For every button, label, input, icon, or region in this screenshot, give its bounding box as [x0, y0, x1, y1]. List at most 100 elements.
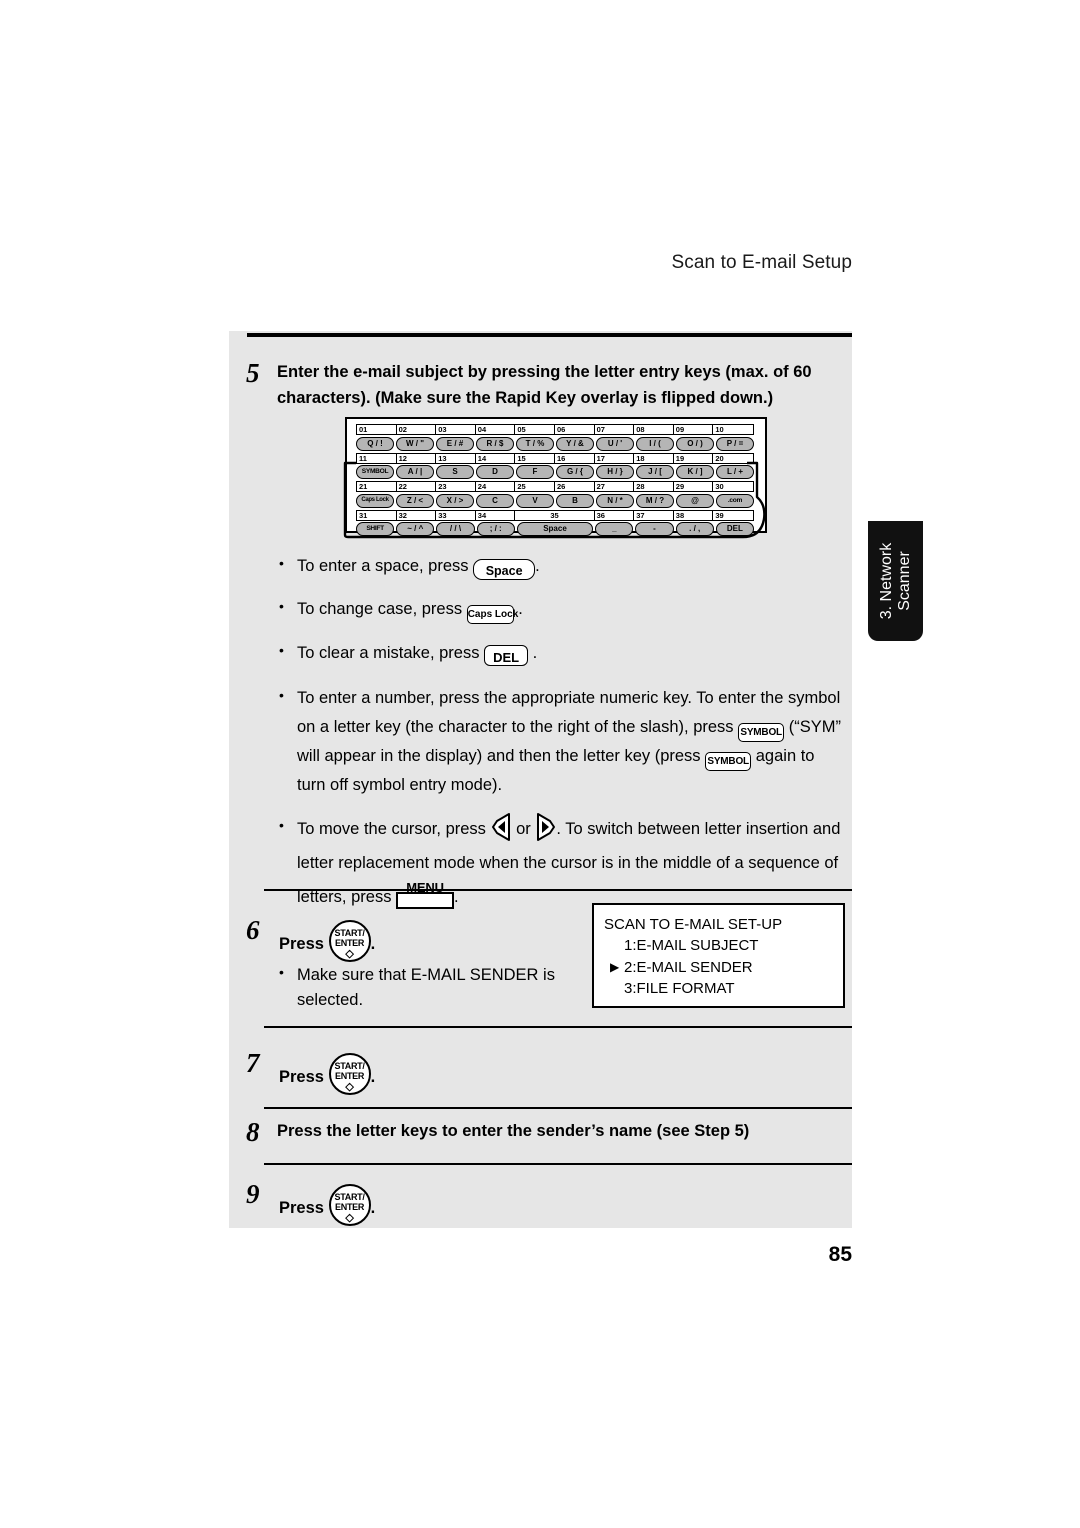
start-enter-diamond-icon: ◇ — [345, 948, 354, 960]
key-index: 27 — [595, 482, 635, 491]
bullet-change-case: To change case, press Caps Lock . — [277, 594, 843, 625]
overlay-key[interactable]: ~ / ^ — [396, 522, 435, 536]
overlay-key[interactable]: J / [ — [636, 465, 674, 479]
overlay-key[interactable]: X / > — [436, 493, 474, 508]
overlay-key[interactable]: F — [516, 465, 554, 479]
symbol-key-glyph[interactable]: SYMBOL — [705, 751, 752, 771]
start-enter-key-glyph[interactable]: START/ ENTER ◇ — [328, 920, 371, 962]
overlay-key[interactable]: Q / ! — [356, 436, 394, 451]
key-index: 37 — [634, 510, 674, 520]
step-9-press-label: Press — [279, 1199, 324, 1217]
overlay-key[interactable]: E / # — [436, 436, 474, 451]
key-index: 36 — [595, 510, 635, 520]
overlay-key-at[interactable]: @ — [676, 493, 714, 508]
overlay-key[interactable]: T / % — [516, 436, 554, 451]
key-index: 16 — [555, 453, 595, 463]
bullet-clear-mistake: To clear a mistake, press DEL . — [277, 638, 843, 667]
keyboard-number-strip-2: 11 12 13 14 15 16 17 18 19 20 — [356, 452, 754, 464]
start-enter-line2: ENTER — [335, 1202, 365, 1212]
overlay-key-shift[interactable]: SHIFT — [356, 522, 395, 536]
menu-key-box — [396, 891, 455, 909]
overlay-key[interactable]: U / ' — [596, 436, 634, 451]
overlay-key-dotcom[interactable]: .com — [716, 493, 754, 508]
overlay-key[interactable]: ; / : — [476, 522, 515, 536]
bullet-move-cursor: To move the cursor, press or . To switch… — [277, 811, 843, 914]
overlay-key[interactable]: B — [556, 493, 594, 508]
key-index: 15 — [515, 453, 555, 463]
key-index: 04 — [476, 425, 516, 434]
bullet-del-text-before: To clear a mistake, press — [297, 644, 480, 663]
overlay-key-del[interactable]: DEL — [715, 522, 754, 536]
start-enter-diamond-icon: ◇ — [345, 1212, 354, 1224]
step-8-text: Press the letter keys to enter the sende… — [277, 1122, 750, 1140]
overlay-key[interactable]: / / \ — [436, 522, 475, 536]
overlay-key[interactable]: L / + — [716, 465, 754, 479]
key-index: 17 — [595, 453, 635, 463]
step-7-press-label: Press — [279, 1068, 324, 1086]
key-index: 28 — [634, 482, 674, 491]
overlay-key[interactable]: Y / & — [556, 436, 594, 451]
step-6-bullet-text: Make sure that E-MAIL SENDER is selected… — [297, 966, 555, 1009]
overlay-key[interactable]: Z / < — [396, 493, 434, 508]
key-index: 31 — [357, 510, 397, 520]
key-index: 24 — [476, 482, 516, 491]
key-index: 08 — [634, 425, 674, 434]
symbol-key-glyph[interactable]: SYMBOL — [738, 722, 785, 742]
overlay-key[interactable]: P / = — [716, 436, 754, 451]
overlay-key[interactable]: I / ( — [636, 436, 674, 451]
key-index: 23 — [436, 482, 476, 491]
overlay-key-caps-lock[interactable]: Caps Lock — [356, 493, 394, 508]
overlay-key[interactable]: M / ? — [636, 493, 674, 508]
lcd-menu-item[interactable]: 1:E-MAIL SUBJECT — [604, 935, 843, 956]
overlay-key[interactable]: D — [476, 465, 514, 479]
overlay-key[interactable]: O / ) — [676, 436, 714, 451]
overlay-key[interactable]: A / | — [396, 465, 434, 479]
left-arrow-icon[interactable] — [491, 812, 512, 842]
lcd-menu-item[interactable]: 3:FILE FORMAT — [604, 978, 843, 999]
start-enter-key-glyph[interactable]: START/ ENTER ◇ — [328, 1053, 371, 1095]
overlay-key-symbol[interactable]: SYMBOL — [356, 465, 394, 479]
overlay-key[interactable]: G / { — [556, 465, 594, 479]
overlay-key[interactable]: R / $ — [476, 436, 514, 451]
del-key-glyph[interactable]: DEL — [484, 645, 529, 667]
chapter-tab-line2: Scanner — [895, 551, 913, 611]
key-index: 35 — [515, 510, 595, 520]
key-index: 30 — [715, 482, 724, 491]
step-7-number: 7 — [246, 1048, 260, 1078]
step-5-bullet-list: To enter a space, press Space. To change… — [277, 551, 843, 930]
overlay-key[interactable]: C — [476, 493, 514, 508]
caps-lock-key-glyph[interactable]: Caps Lock — [466, 605, 518, 625]
lcd-menu-item-selected[interactable]: ▶ 2:E-MAIL SENDER — [604, 957, 843, 978]
menu-key-glyph[interactable]: MENU — [396, 880, 455, 911]
step-9-number: 9 — [246, 1179, 260, 1209]
step-8-number: 8 — [246, 1117, 260, 1147]
lcd-menu-item-label: 2:E-MAIL SENDER — [624, 958, 753, 976]
overlay-key[interactable]: . / , — [675, 522, 714, 536]
bullet-case-text-after: . — [518, 600, 523, 619]
step-6-bullet-item: Make sure that E-MAIL SENDER is selected… — [277, 962, 567, 1013]
start-enter-line1: START/ — [334, 1061, 365, 1071]
overlay-key[interactable]: V — [516, 493, 554, 508]
overlay-key[interactable]: S — [436, 465, 474, 479]
overlay-key-underscore[interactable]: _ — [595, 522, 634, 536]
key-index: 33 — [436, 510, 476, 520]
overlay-key-space[interactable]: Space — [516, 522, 594, 536]
lcd-menu-item-label: 1:E-MAIL SUBJECT — [624, 937, 759, 955]
step-6-number: 6 — [246, 915, 260, 945]
overlay-key[interactable]: H / } — [596, 465, 634, 479]
key-index: 13 — [436, 453, 476, 463]
start-enter-key-glyph[interactable]: START/ ENTER ◇ — [328, 1184, 371, 1226]
rapid-key-overlay-diagram: 01 02 03 04 05 06 07 08 09 10 Q / ! W / … — [343, 417, 767, 539]
space-key-glyph[interactable]: Space — [473, 559, 536, 580]
key-index: 02 — [397, 425, 437, 434]
right-arrow-icon[interactable] — [535, 812, 556, 842]
step-7-press-line: Press START/ ENTER ◇ . — [279, 1053, 375, 1095]
key-index: 14 — [476, 453, 516, 463]
keyboard-number-strip-4: 31 32 33 34 35 36 37 38 39 — [356, 509, 754, 521]
lcd-title: SCAN TO E-MAIL SET-UP — [604, 916, 783, 933]
step-9-press-line: Press START/ ENTER ◇ . — [279, 1184, 375, 1226]
overlay-key[interactable]: N / * — [596, 493, 634, 508]
overlay-key[interactable]: K / ] — [676, 465, 714, 479]
overlay-key-hyphen[interactable]: - — [635, 522, 674, 536]
overlay-key[interactable]: W / " — [396, 436, 434, 451]
